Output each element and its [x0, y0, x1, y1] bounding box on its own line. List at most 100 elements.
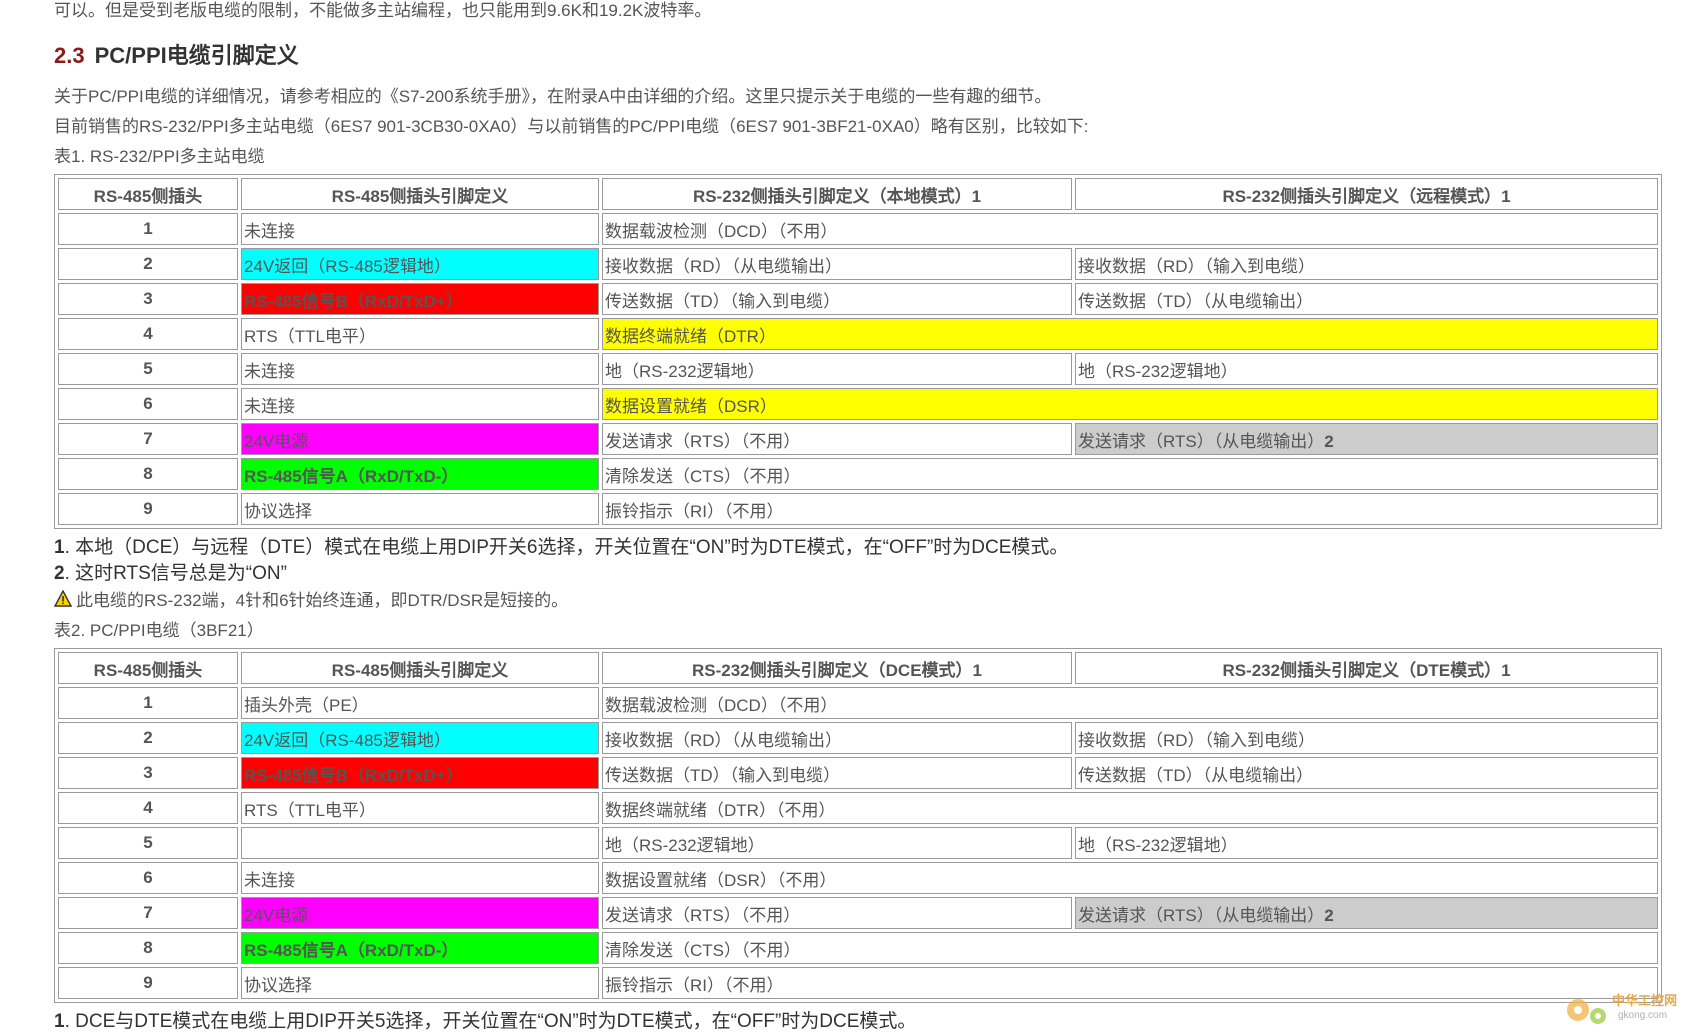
pin-number-cell: 6: [58, 862, 238, 894]
footnote-marker: 2: [1324, 431, 1334, 451]
rs485-definition-cell: RTS（TTL电平）: [241, 792, 599, 824]
table-row: 4 RTS（TTL电平） 数据终端就绪（DTR）（不用）: [58, 792, 1658, 824]
rs485-definition-cell: 24V返回（RS-485逻辑地）: [241, 722, 599, 754]
rs485-definition-cell: RS-485信号A（RxD/TxD-）: [241, 932, 599, 964]
table2-header-dte: RS-232侧插头引脚定义（DTE模式）1: [1075, 652, 1658, 684]
paragraph-2: 目前销售的RS-232/PPI多主站电缆（6ES7 901-3CB30-0XA0…: [54, 117, 1089, 136]
warning-icon: [54, 590, 72, 607]
pin-number-cell: 8: [58, 932, 238, 964]
section-heading: 2.3 PC/PPI电缆引脚定义: [54, 42, 299, 70]
rs232-definition-cell: 振铃指示（RI）（不用）: [602, 493, 1658, 525]
warning-text: 此电缆的RS-232端，4针和6针始终连通，即DTR/DSR是短接的。: [76, 591, 569, 610]
remote-definition-text: 发送请求（RTS）（从电缆输出）: [1078, 905, 1325, 925]
rs232-local-definition-cell: 传送数据（TD）（输入到电缆）: [602, 283, 1072, 315]
rs485-definition-cell: 插头外壳（PE）: [241, 687, 599, 719]
rs485-definition-cell: 协议选择: [241, 967, 599, 999]
rs232-remote-definition-cell: 地（RS-232逻辑地）: [1075, 353, 1658, 385]
rs232-local-definition-cell: 地（RS-232逻辑地）: [602, 827, 1072, 859]
table1-note-1: 1. 本地（DCE）与远程（DTE）模式在电缆上用DIP开关6选择，开关位置在“…: [54, 536, 1068, 560]
note-number: 2: [54, 563, 65, 584]
rs485-definition-cell: 未连接: [241, 353, 599, 385]
rs232-remote-definition-cell: 地（RS-232逻辑地）: [1075, 827, 1658, 859]
rs232-local-definition-cell: 地（RS-232逻辑地）: [602, 353, 1072, 385]
rs232-remote-definition-cell: 发送请求（RTS）（从电缆输出）2: [1075, 897, 1658, 929]
table1-header-local: RS-232侧插头引脚定义（本地模式）1: [602, 178, 1072, 210]
rs485-definition-cell: RS-485信号B（RxD/TxD+）: [241, 757, 599, 789]
table-row: 9 协议选择 振铃指示（RI）（不用）: [58, 493, 1658, 525]
rs232-definition-cell: 数据载波检测（DCD）（不用）: [602, 213, 1658, 245]
table-row: 7 24V电源 发送请求（RTS）（不用） 发送请求（RTS）（从电缆输出）2: [58, 897, 1658, 929]
rs232-local-definition-cell: 发送请求（RTS）（不用）: [602, 897, 1072, 929]
table-row: 9 协议选择 振铃指示（RI）（不用）: [58, 967, 1658, 999]
rs485-definition-cell: 协议选择: [241, 493, 599, 525]
table-row: 3 RS-485信号B（RxD/TxD+） 传送数据（TD）（输入到电缆） 传送数据（…: [58, 757, 1658, 789]
rs232-definition-cell: 数据终端就绪（DTR）（不用）: [602, 792, 1658, 824]
table-row: 2 24V返回（RS-485逻辑地） 接收数据（RD）（从电缆输出） 接收数据（RD）…: [58, 248, 1658, 280]
rs232-definition-cell: 数据终端就绪（DTR）: [602, 318, 1658, 350]
rs232-local-definition-cell: 接收数据（RD）（从电缆输出）: [602, 248, 1072, 280]
rs232-definition-cell: 数据设置就绪（DSR）（不用）: [602, 862, 1658, 894]
note-number: 1: [54, 537, 65, 558]
pin-number-cell: 9: [58, 967, 238, 999]
pin-number-cell: 7: [58, 897, 238, 929]
pin-number-cell: 6: [58, 388, 238, 420]
rs485-definition-cell: 24V返回（RS-485逻辑地）: [241, 248, 599, 280]
table1-header-pin: RS-485侧插头: [58, 178, 238, 210]
table-row: 6 未连接 数据设置就绪（DSR）: [58, 388, 1658, 420]
rs485-definition-cell: RTS（TTL电平）: [241, 318, 599, 350]
watermark-domain: gkong.com: [1618, 1010, 1667, 1021]
pin-number-cell: 2: [58, 722, 238, 754]
rs232-definition-cell: 清除发送（CTS）（不用）: [602, 458, 1658, 490]
table1-note-2: 2. 这时RTS信号总是为“ON”: [54, 562, 287, 586]
table1-header-485: RS-485侧插头引脚定义: [241, 178, 599, 210]
rs232-remote-definition-cell: 传送数据（TD）（从电缆输出）: [1075, 283, 1658, 315]
note-number: 1: [54, 1011, 65, 1032]
table2-header-485: RS-485侧插头引脚定义: [241, 652, 599, 684]
remote-definition-text: 发送请求（RTS）（从电缆输出）: [1078, 431, 1325, 451]
rs232-remote-definition-cell: 发送请求（RTS）（从电缆输出）2: [1075, 423, 1658, 455]
rs232-local-definition-cell: 发送请求（RTS）（不用）: [602, 423, 1072, 455]
table-row: 4 RTS（TTL电平） 数据终端就绪（DTR）: [58, 318, 1658, 350]
table1-header-remote: RS-232侧插头引脚定义（远程模式）1: [1075, 178, 1658, 210]
remote-definition-text: 地（RS-232逻辑地）: [1078, 361, 1238, 381]
pin-number-cell: 5: [58, 353, 238, 385]
rs232-definition-cell: 数据载波检测（DCD）（不用）: [602, 687, 1658, 719]
table-row: 2 24V返回（RS-485逻辑地） 接收数据（RD）（从电缆输出） 接收数据（RD）…: [58, 722, 1658, 754]
table-row: 7 24V电源 发送请求（RTS）（不用） 发送请求（RTS）（从电缆输出）2: [58, 423, 1658, 455]
footnote-marker: 2: [1324, 905, 1334, 925]
table-row: 8 RS-485信号A（RxD/TxD-） 清除发送（CTS）（不用）: [58, 458, 1658, 490]
rs485-definition-cell: 未连接: [241, 388, 599, 420]
remote-definition-text: 接收数据（RD）（输入到电缆）: [1078, 256, 1316, 276]
pin-number-cell: 8: [58, 458, 238, 490]
section-number: 2.3: [54, 43, 85, 68]
rs232-definition-cell: 数据设置就绪（DSR）: [602, 388, 1658, 420]
note-text: . 本地（DCE）与远程（DTE）模式在电缆上用DIP开关6选择，开关位置在“O…: [64, 537, 1069, 558]
pin-number-cell: 1: [58, 687, 238, 719]
rs485-definition-cell: 24V电源: [241, 897, 599, 929]
note-text: . 这时RTS信号总是为“ON”: [64, 563, 287, 584]
table2-note-1: 1. DCE与DTE模式在电缆上用DIP开关5选择，开关位置在“ON”时为DTE…: [54, 1010, 916, 1034]
pin-number-cell: 4: [58, 318, 238, 350]
remote-definition-text: 传送数据（TD）（从电缆输出）: [1078, 765, 1314, 785]
rs232-definition-cell: 振铃指示（RI）（不用）: [602, 967, 1658, 999]
rs232-definition-cell: 清除发送（CTS）（不用）: [602, 932, 1658, 964]
rs232-remote-definition-cell: 传送数据（TD）（从电缆输出）: [1075, 757, 1658, 789]
table1-caption: 表1. RS-232/PPI多主站电缆: [54, 147, 265, 166]
table2-header-row: RS-485侧插头 RS-485侧插头引脚定义 RS-232侧插头引脚定义（DC…: [58, 652, 1658, 684]
intro-text: 可以。但是受到老版电缆的限制，不能做多主站编程，也只能用到9.6K和19.2K波…: [54, 1, 712, 20]
rs232-local-definition-cell: 接收数据（RD）（从电缆输出）: [602, 722, 1072, 754]
rs485-definition-cell: 24V电源: [241, 423, 599, 455]
gkong-watermark: 中华工控网 gkong.com: [1560, 986, 1680, 1030]
section-title: PC/PPI电缆引脚定义: [94, 43, 299, 68]
table2-pin-definitions: RS-485侧插头 RS-485侧插头引脚定义 RS-232侧插头引脚定义（DC…: [54, 648, 1662, 1003]
pin-number-cell: 4: [58, 792, 238, 824]
table-row: 3 RS-485信号B（RxD/TxD+） 传送数据（TD）（输入到电缆） 传送数据（…: [58, 283, 1658, 315]
pin-number-cell: 9: [58, 493, 238, 525]
table2-header-pin: RS-485侧插头: [58, 652, 238, 684]
watermark-title: 中华工控网: [1612, 993, 1678, 1008]
rs485-definition-cell: RS-485信号B（RxD/TxD+）: [241, 283, 599, 315]
warning-line: 此电缆的RS-232端，4针和6针始终连通，即DTR/DSR是短接的。: [54, 590, 568, 612]
pin-number-cell: 3: [58, 283, 238, 315]
pin-number-cell: 5: [58, 827, 238, 859]
table-row: 1 插头外壳（PE） 数据载波检测（DCD）（不用）: [58, 687, 1658, 719]
